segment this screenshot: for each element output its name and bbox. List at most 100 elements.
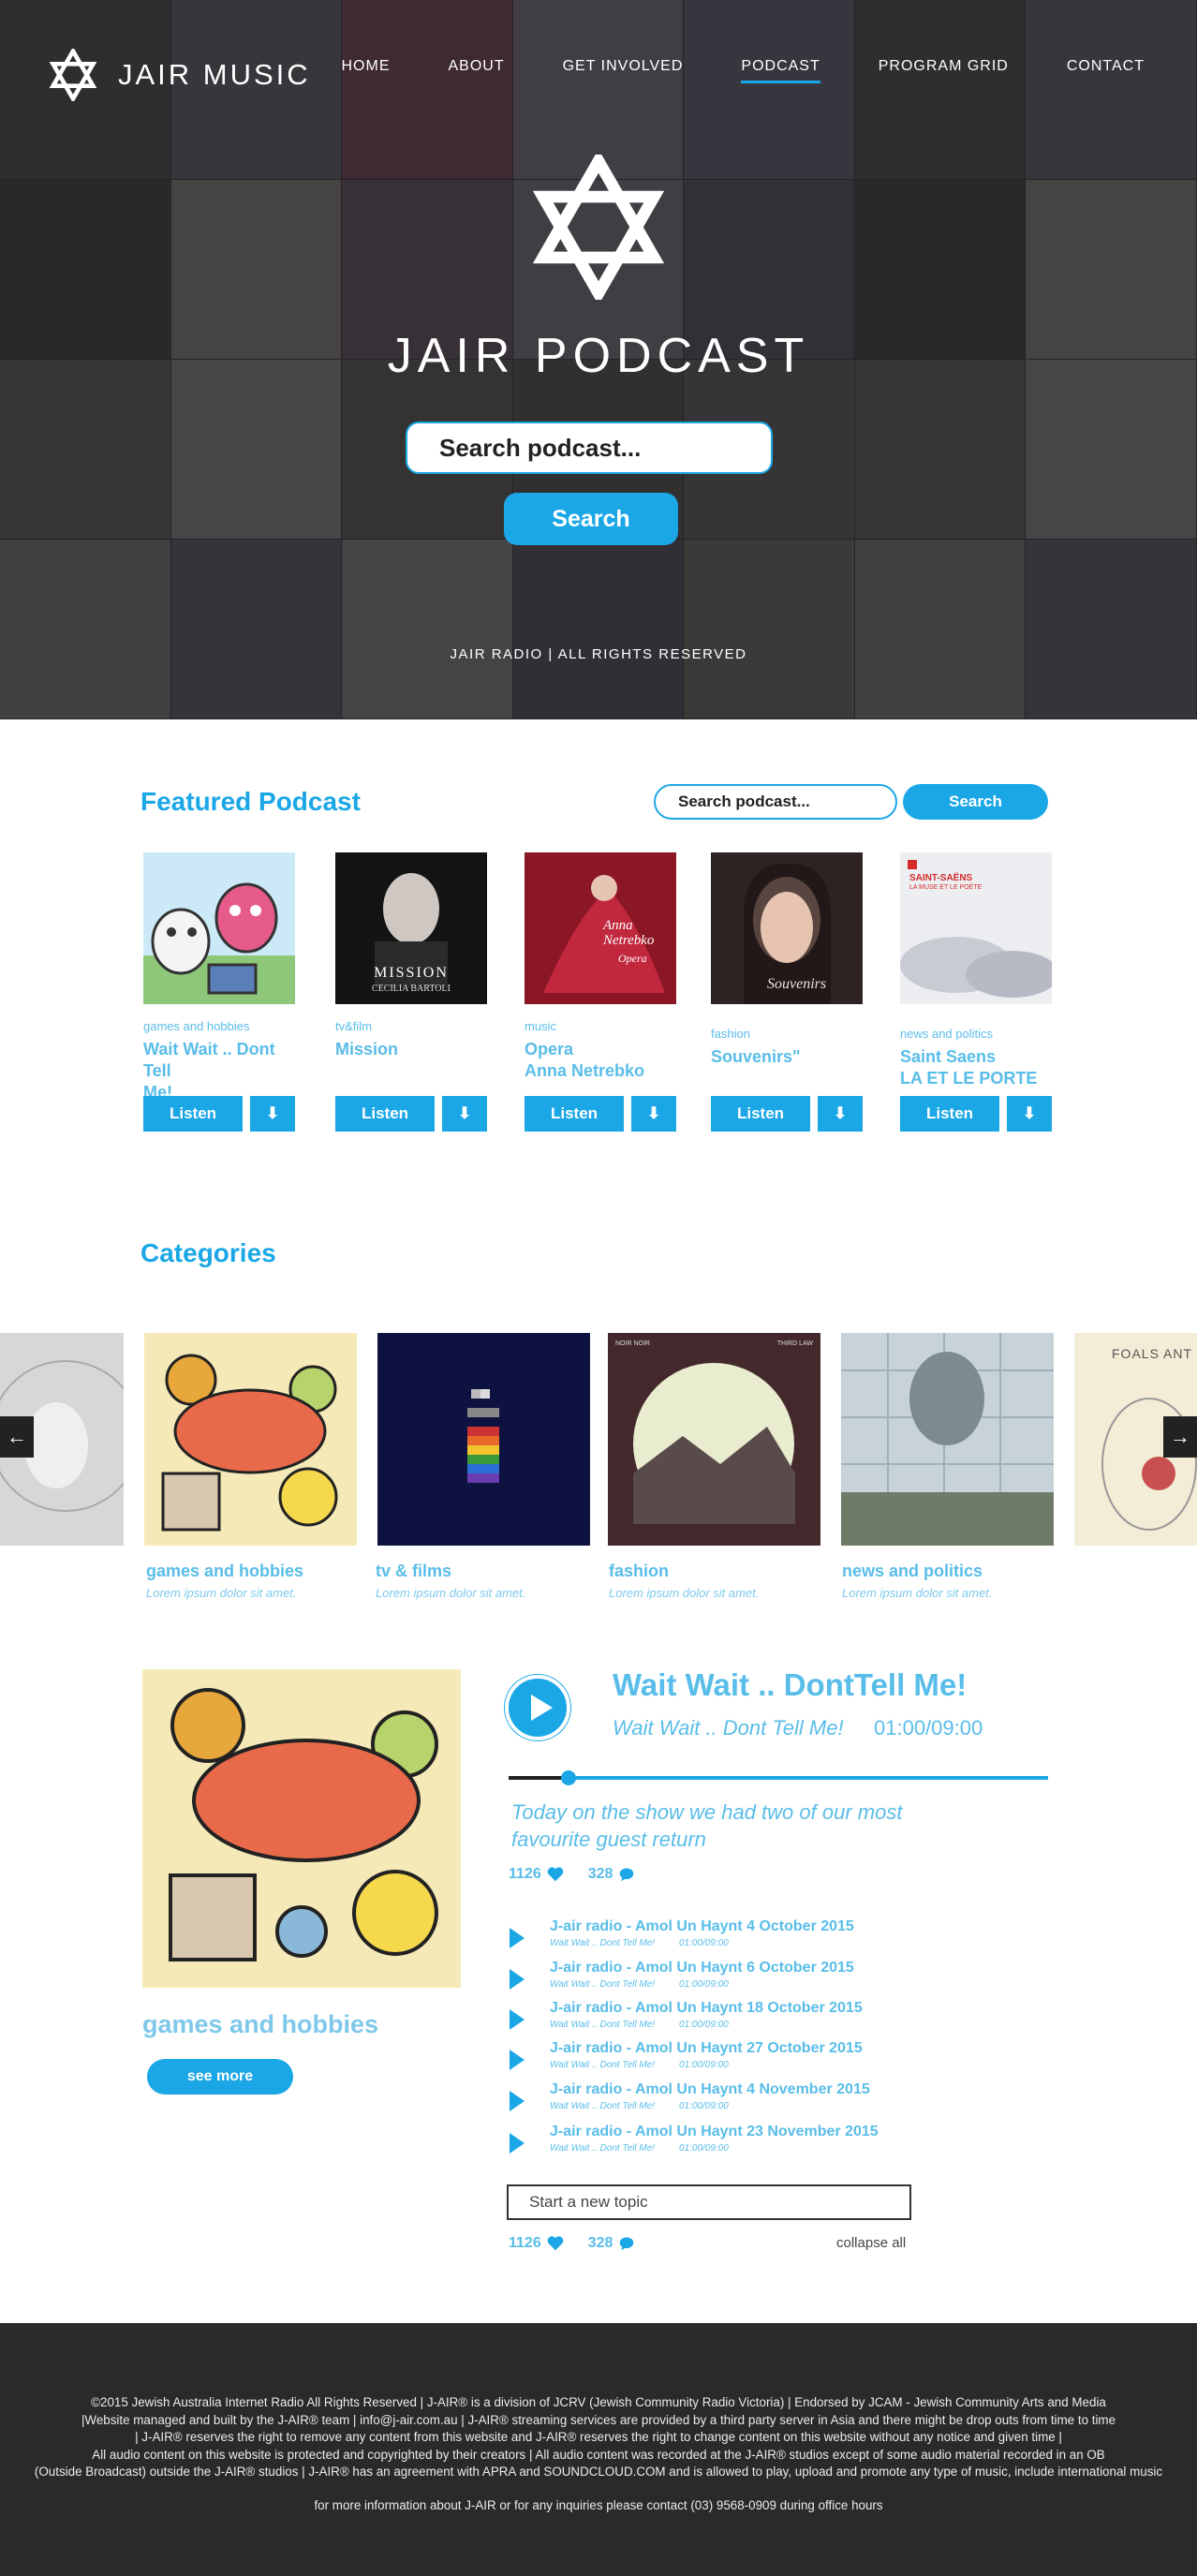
- doodle-artwork: [144, 1333, 357, 1546]
- download-button[interactable]: ⬇: [818, 1096, 863, 1132]
- episode-item[interactable]: J-air radio - Amol Un Haynt 18 October 2…: [510, 2000, 997, 2037]
- featured-search-button[interactable]: Search: [903, 784, 1048, 820]
- play-icon[interactable]: [510, 2133, 525, 2154]
- footer-line: All audio content on this website is pro…: [92, 2447, 1105, 2462]
- cover-title: MISSION: [374, 965, 449, 981]
- brand-logo[interactable]: JAIR MUSIC: [49, 49, 311, 101]
- episode-subtitle: Wait Wait .. Dont Tell Me!: [550, 1938, 656, 1948]
- podcast-cover[interactable]: Souvenirs: [711, 852, 863, 1004]
- carousel-next-button[interactable]: →: [1163, 1416, 1197, 1458]
- footer-line: |Website managed and built by the J-AIR®…: [81, 2412, 1116, 2427]
- featured-card: SAINT-SAËNS LA MUSE ET LE POÈTE news and…: [900, 852, 1057, 1132]
- category-name[interactable]: news and politics: [842, 1562, 983, 1581]
- listen-button[interactable]: Listen: [711, 1096, 810, 1132]
- carousel-prev-button[interactable]: ←: [0, 1416, 34, 1458]
- cartoon-artwork: [143, 852, 295, 1004]
- featured-search-input[interactable]: [654, 784, 897, 820]
- featured-card: Anna Netrebko Opera music Opera Anna Net…: [525, 852, 682, 1132]
- category-tile[interactable]: [377, 1333, 590, 1546]
- podcast-category: music: [525, 1019, 556, 1033]
- comments-stat[interactable]: 328: [588, 1866, 636, 1883]
- category-name[interactable]: games and hobbies: [146, 1562, 303, 1581]
- download-button[interactable]: ⬇: [1007, 1096, 1052, 1132]
- episode-title: J-air radio - Amol Un Haynt 6 October 20…: [550, 1960, 854, 1976]
- podcast-cover[interactable]: SAINT-SAËNS LA MUSE ET LE POÈTE: [900, 852, 1052, 1004]
- see-more-button[interactable]: see more: [147, 2059, 293, 2095]
- nav-program-grid[interactable]: PROGRAM GRID: [879, 58, 1009, 83]
- nav-get-involved[interactable]: GET INVOLVED: [563, 58, 684, 83]
- play-icon[interactable]: [510, 1928, 525, 1948]
- podcast-title[interactable]: Wait Wait .. Dont Tell Me!: [143, 1039, 301, 1102]
- podcast-title[interactable]: Souvenirs": [711, 1046, 868, 1095]
- play-icon[interactable]: [510, 2009, 525, 2030]
- topic-stats: 1126 328: [509, 2235, 635, 2252]
- category-tile[interactable]: NOIR NOIR THIRD LAW: [608, 1333, 820, 1546]
- nav-about[interactable]: ABOUT: [448, 58, 504, 83]
- footer-legal-text: ©2015 Jewish Australia Internet Radio Al…: [0, 2394, 1197, 2481]
- play-button[interactable]: [504, 1674, 571, 1741]
- listen-button[interactable]: Listen: [525, 1096, 624, 1132]
- podcast-category: news and politics: [900, 1027, 993, 1041]
- progress-handle[interactable]: [560, 1770, 576, 1785]
- likes-count: 1126: [509, 2235, 541, 2251]
- podcast-cover[interactable]: Anna Netrebko Opera: [525, 852, 676, 1004]
- cover-title: Souvenirs: [767, 976, 827, 992]
- new-topic-input[interactable]: [507, 2184, 911, 2220]
- category-description: Lorem ipsum dolor sit amet.: [842, 1586, 993, 1600]
- podcast-title[interactable]: Mission: [335, 1039, 493, 1088]
- play-icon: [505, 1675, 570, 1740]
- episode-title: J-air radio - Amol Un Haynt 27 October 2…: [550, 2040, 863, 2056]
- episode-title: J-air radio - Amol Un Haynt 4 October 20…: [550, 1918, 854, 1934]
- play-icon[interactable]: [510, 1969, 525, 1990]
- progress-bar[interactable]: [509, 1770, 1048, 1785]
- play-icon[interactable]: [510, 2091, 525, 2111]
- cover-text: THIRD LAW: [776, 1340, 813, 1347]
- category-name[interactable]: tv & films: [376, 1562, 451, 1581]
- nav-contact[interactable]: CONTACT: [1067, 58, 1145, 83]
- now-playing-subtitle: Wait Wait .. Dont Tell Me!: [613, 1716, 844, 1740]
- collapse-all-link[interactable]: collapse all: [836, 2235, 906, 2251]
- podcast-category: games and hobbies: [143, 1019, 250, 1033]
- footer-line: (Outside Broadcast) outside the J-AIR® s…: [34, 2465, 1163, 2479]
- episode-title: J-air radio - Amol Un Haynt 23 November …: [550, 2124, 879, 2139]
- category-tile[interactable]: [841, 1333, 1054, 1546]
- category-name[interactable]: fashion: [609, 1562, 669, 1581]
- likes-stat[interactable]: 1126: [509, 2235, 564, 2252]
- episode-item[interactable]: J-air radio - Amol Un Haynt 4 October 20…: [510, 1918, 997, 1956]
- hero-search-input[interactable]: [406, 422, 773, 474]
- player-category: games and hobbies: [142, 2010, 379, 2038]
- footer-contact: for more information about J-AIR or for …: [314, 2498, 883, 2512]
- page-title: JAIR PODCAST: [387, 329, 810, 383]
- featured-card: Souvenirs fashion Souvenirs" Listen ⬇: [711, 852, 868, 1132]
- podcast-cover[interactable]: MISSION CECILIA BARTOLI: [335, 852, 487, 1004]
- listen-button[interactable]: Listen: [335, 1096, 435, 1132]
- download-button[interactable]: ⬇: [442, 1096, 487, 1132]
- hero-search-button[interactable]: Search: [504, 493, 678, 545]
- download-button[interactable]: ⬇: [250, 1096, 295, 1132]
- likes-stat[interactable]: 1126: [509, 1866, 564, 1883]
- episode-subtitle: Wait Wait .. Dont Tell Me!: [550, 2143, 656, 2154]
- listen-button[interactable]: Listen: [143, 1096, 243, 1132]
- podcast-title[interactable]: Saint Saens LA ET LE PORTE: [900, 1046, 1057, 1095]
- comments-stat[interactable]: 328: [588, 2235, 636, 2252]
- episode-time: 01:00/09:00: [679, 2020, 729, 2030]
- episode-item[interactable]: J-air radio - Amol Un Haynt 6 October 20…: [510, 1960, 997, 1997]
- episode-item[interactable]: J-air radio - Amol Un Haynt 27 October 2…: [510, 2040, 997, 2078]
- likes-count: 1126: [509, 1866, 541, 1882]
- episode-item[interactable]: J-air radio - Amol Un Haynt 23 November …: [510, 2124, 997, 2161]
- nav-podcast[interactable]: PODCAST: [741, 58, 820, 83]
- listen-button[interactable]: Listen: [900, 1096, 999, 1132]
- footer-line: ©2015 Jewish Australia Internet Radio Al…: [91, 2395, 1106, 2409]
- episode-item[interactable]: J-air radio - Amol Un Haynt 4 November 2…: [510, 2081, 997, 2119]
- comment-icon: [620, 2237, 634, 2251]
- podcast-category: fashion: [711, 1027, 750, 1041]
- episode-stats: 1126 328: [509, 1866, 635, 1883]
- category-tile[interactable]: [144, 1333, 357, 1546]
- episode-subtitle: Wait Wait .. Dont Tell Me!: [550, 1979, 656, 1990]
- featured-card: games and hobbies Wait Wait .. Dont Tell…: [143, 852, 301, 1132]
- podcast-title[interactable]: Opera Anna Netrebko: [525, 1039, 682, 1088]
- download-button[interactable]: ⬇: [631, 1096, 676, 1132]
- podcast-cover[interactable]: [143, 852, 295, 1004]
- nav-home[interactable]: HOME: [341, 58, 390, 83]
- play-icon[interactable]: [510, 2050, 525, 2070]
